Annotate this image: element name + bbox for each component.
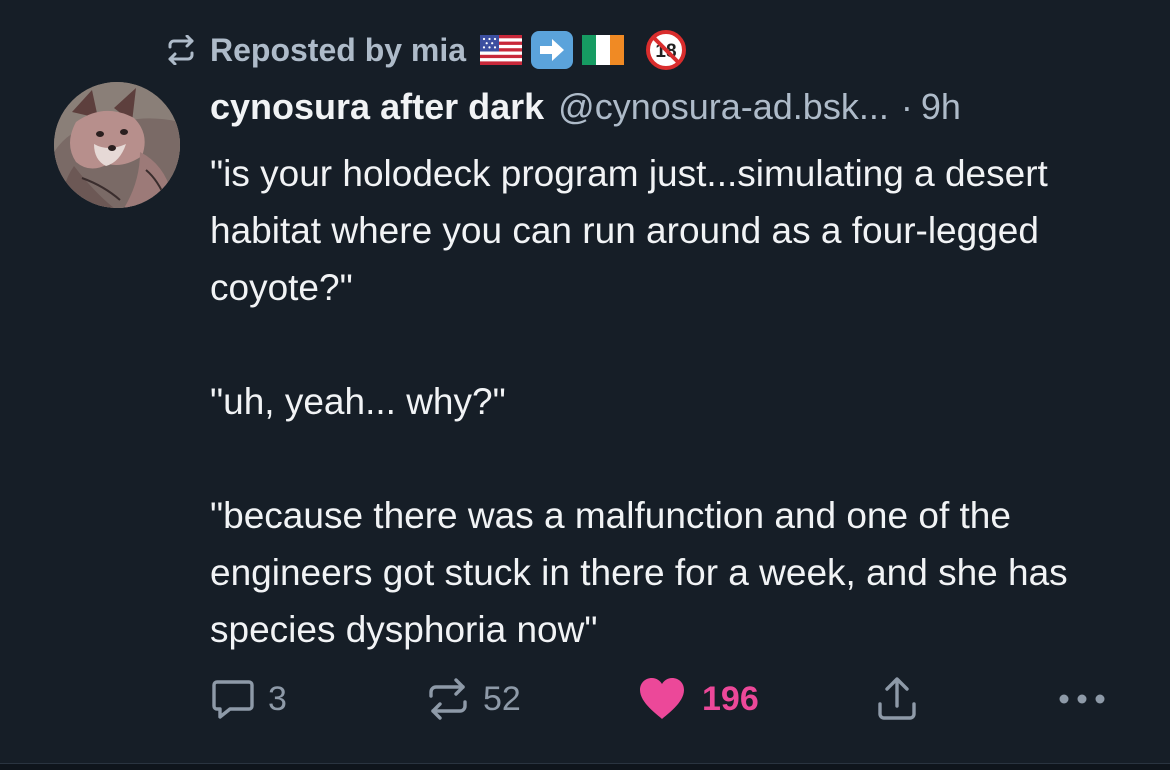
us-flag-emoji bbox=[480, 35, 523, 65]
reply-icon bbox=[212, 680, 254, 719]
right-arrow-emoji bbox=[530, 30, 574, 70]
post-text: "is your holodeck program just...simulat… bbox=[210, 145, 1150, 658]
share-icon bbox=[878, 677, 916, 720]
author-display-name[interactable]: cynosura after dark bbox=[210, 86, 544, 128]
feed-divider bbox=[0, 763, 1170, 770]
header-separator: · bbox=[900, 86, 913, 127]
post-paragraph: "is your holodeck program just...simulat… bbox=[210, 153, 1048, 308]
repost-icon bbox=[168, 35, 194, 65]
repost-button[interactable]: 52 bbox=[425, 672, 521, 726]
author-handle[interactable]: @cynosura-ad.bsk... bbox=[558, 86, 889, 128]
more-options-button[interactable] bbox=[1058, 672, 1106, 726]
share-button[interactable] bbox=[876, 672, 918, 726]
post-card[interactable]: Reposted by mia cynosura after dark @cyn… bbox=[0, 0, 1170, 762]
avatar[interactable] bbox=[54, 82, 180, 208]
ellipsis-icon bbox=[1059, 694, 1105, 704]
like-button[interactable]: 196 bbox=[638, 672, 759, 726]
repost-label: Reposted by mia bbox=[210, 31, 467, 68]
repost-icon bbox=[429, 678, 467, 720]
post-actions: 3 52 196 bbox=[210, 672, 1110, 726]
like-count: 196 bbox=[702, 679, 759, 718]
ireland-flag-emoji bbox=[582, 35, 625, 65]
heart-icon bbox=[640, 678, 684, 719]
coyote-avatar-image bbox=[54, 82, 180, 208]
no-under-18-emoji: 18 bbox=[646, 30, 687, 70]
repost-header[interactable]: Reposted by mia bbox=[164, 28, 687, 72]
post-timestamp[interactable]: 9h bbox=[921, 86, 961, 128]
post-paragraph: "uh, yeah... why?" bbox=[210, 381, 506, 422]
repost-count: 52 bbox=[483, 679, 521, 718]
post-header: cynosura after dark @cynosura-ad.bsk... … bbox=[210, 80, 961, 134]
reply-count: 3 bbox=[268, 679, 287, 718]
post-paragraph: "because there was a malfunction and one… bbox=[210, 495, 1068, 650]
reply-button[interactable]: 3 bbox=[210, 672, 287, 726]
